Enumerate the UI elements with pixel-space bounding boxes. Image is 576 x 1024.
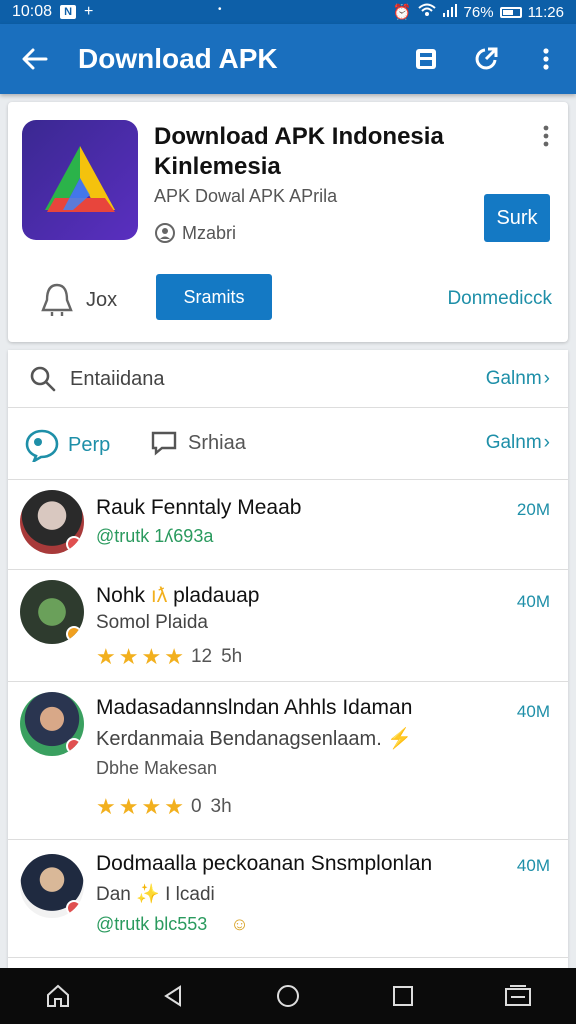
avatar (20, 490, 84, 554)
install-button[interactable]: Surk (484, 194, 550, 242)
add-notification-icon: + (84, 3, 94, 20)
back-button[interactable] (0, 24, 70, 94)
chevron-right-icon: › (543, 368, 550, 389)
status-dot: • (218, 4, 222, 15)
share-app-button[interactable]: Sramits (156, 274, 272, 320)
app-more-button[interactable] (542, 124, 550, 153)
bell-icon (41, 283, 73, 316)
rating-row: ★ ★ ★ ★ 0 3h (96, 794, 232, 819)
list-item[interactable]: Nohk ıƛ pladauap Somol Plaida ★ ★ ★ ★ 12… (8, 570, 568, 682)
more-vert-icon (543, 48, 549, 70)
badge-icon (155, 223, 175, 243)
star-icon: ★ (118, 794, 139, 819)
item-subtitle: Somol Plaida (96, 612, 208, 633)
filter-perp[interactable]: Perp (24, 428, 110, 462)
home-circle-button[interactable] (258, 968, 318, 1024)
battery-icon (499, 6, 522, 18)
star-icon: ★ (118, 644, 139, 669)
emoji-icon: ☺ (230, 914, 249, 934)
overflow-menu-button[interactable] (516, 24, 576, 94)
item-subtitle: Dan ✨ I lcadi (96, 884, 215, 905)
search-label: Entaiidana (70, 368, 165, 390)
search-row[interactable]: Entaiidana Galnm › (8, 350, 568, 408)
star-icon: ★ (141, 644, 162, 669)
list-item[interactable]: Madasadannslndan Ahhls Idaman Kerdanmaia… (8, 682, 568, 840)
rating-row: ★ ★ ★ ★ 12 5h (96, 644, 243, 669)
list-item[interactable]: Rauk Fenntaly Meaab @trutk 1ʎ693a 20M (8, 480, 568, 570)
share-icon (475, 47, 498, 70)
status-time: 10:08 (12, 3, 53, 20)
wifi-icon (417, 3, 436, 21)
item-time: 40M (516, 702, 550, 721)
home-icon (46, 984, 69, 1007)
avatar (20, 692, 84, 756)
filter-more-link[interactable]: Galnm › (486, 432, 550, 454)
circle-home-icon (276, 985, 299, 1007)
app-bar: Download APK (0, 24, 576, 94)
filter-comments[interactable]: Srhiaa (150, 430, 246, 456)
item-subtitle: Kerdanmaia Bendanagsenlaam. ⚡ (96, 728, 413, 750)
star-icon: ★ (164, 644, 184, 669)
item-user: @trutk blc553 ☺ (96, 914, 249, 934)
app-logo-icon (22, 120, 138, 240)
home-button[interactable] (28, 968, 88, 1024)
share-button[interactable] (456, 24, 516, 94)
star-icon: ★ (141, 794, 162, 819)
notify-button[interactable]: Jox (40, 282, 117, 318)
chevron-right-icon: › (543, 432, 550, 453)
more-vert-icon (543, 125, 549, 147)
signal-icon (442, 3, 458, 21)
chat-bubble-icon (25, 429, 59, 462)
status-bar: 10:08 N + • ⏰ 76% 11:26 (0, 0, 576, 24)
screenshot-icon (505, 985, 532, 1006)
star-icon: ★ (96, 644, 116, 669)
item-user: @trutk 1ʎ693a (96, 526, 214, 546)
status-badge (66, 536, 82, 552)
status-badge (66, 900, 82, 916)
search-more-link[interactable]: Galnm › (486, 368, 550, 390)
item-title: Dodmaalla peckoanan Snsmplonlan (96, 852, 433, 875)
triangle-back-icon (163, 985, 181, 1007)
item-description: Dbhe Makesan (96, 758, 218, 778)
save-button[interactable] (396, 24, 456, 94)
status-clock-right: 11:26 (527, 3, 564, 21)
alarm-icon: ⏰ (392, 4, 412, 21)
screenshot-button[interactable] (488, 968, 548, 1024)
square-recents-icon (393, 986, 414, 1006)
feed-card: Entaiidana Galnm › Perp Srhiaa Galnm › R… (8, 350, 568, 968)
item-time: 40M (516, 592, 550, 611)
app-info-card: Download APK Indonesia Kinlemesia APK Do… (8, 102, 568, 342)
lightning-icon: ⚡ (387, 728, 413, 750)
notification-icon: N (60, 5, 77, 19)
sparkle-icon: ✨ (136, 884, 160, 905)
item-title: Madasadannslndan Ahhls Idaman (96, 696, 413, 719)
list-item[interactable]: Dodmaalla peckoanan Snsmplonlan Dan ✨ I … (8, 840, 568, 958)
item-time: 20M (516, 500, 550, 519)
item-title: Rauk Fenntaly Meaab (96, 496, 302, 519)
star-icon: ★ (96, 794, 116, 819)
item-time: 40M (516, 856, 550, 875)
avatar (20, 580, 84, 644)
app-name: Download APK Indonesia Kinlemesia (154, 123, 444, 180)
recents-button[interactable] (373, 968, 433, 1024)
search-icon (30, 366, 56, 397)
page-title: Download APK (78, 43, 278, 74)
filter-row: Perp Srhiaa Galnm › (8, 408, 568, 480)
download-link[interactable]: Donmedicck (447, 288, 552, 310)
avatar (20, 854, 84, 918)
status-badge (66, 738, 82, 754)
battery-percent: 76% (463, 3, 494, 21)
save-icon (416, 49, 436, 69)
comment-icon (151, 431, 177, 456)
app-subtitle: APK Dowal APK APrila (154, 186, 338, 206)
star-icon: ★ (164, 794, 184, 819)
back-nav-button[interactable] (143, 968, 203, 1024)
sparkle-icon: ıƛ (150, 584, 168, 607)
item-title: Nohk ıƛ pladauap (96, 584, 260, 607)
status-badge (66, 626, 82, 642)
app-meta: Mzabri (154, 222, 236, 244)
arrow-left-icon (22, 48, 48, 70)
system-nav-bar (0, 968, 576, 1024)
